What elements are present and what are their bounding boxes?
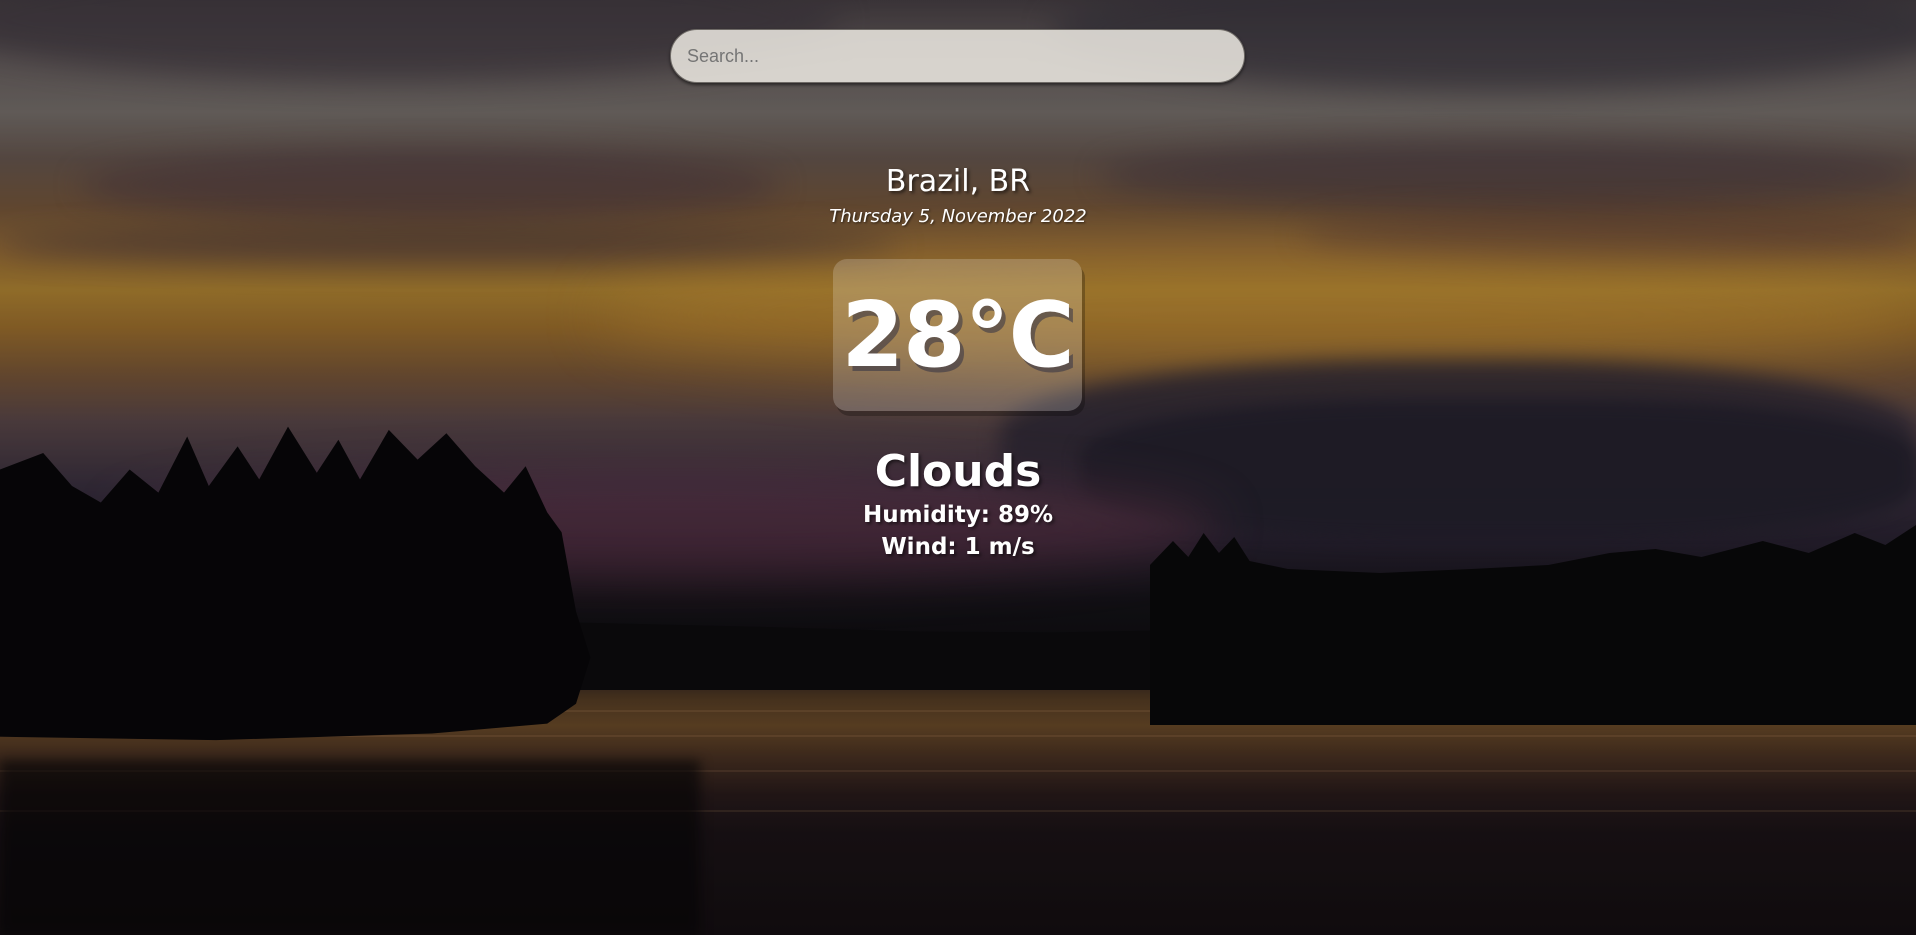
location-block: Brazil, BR Thursday 5, November 2022 — [0, 162, 1916, 228]
weather-details: Clouds Humidity: 89% Wind: 1 m/s — [0, 445, 1916, 563]
temperature-card: 28°C — [833, 259, 1082, 411]
search-input[interactable] — [670, 29, 1245, 83]
temperature-value: 28°C — [841, 282, 1074, 388]
humidity-text: Humidity: 89% — [862, 502, 1054, 528]
current-date: Thursday 5, November 2022 — [829, 206, 1087, 227]
weather-condition: Clouds — [874, 446, 1042, 497]
city-name: Brazil, BR — [885, 164, 1031, 199]
search-bar — [670, 29, 1245, 83]
wind-text: Wind: 1 m/s — [881, 534, 1035, 560]
